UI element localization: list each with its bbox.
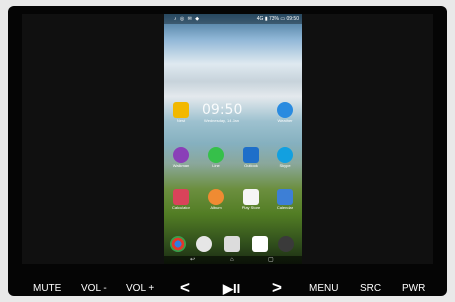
app-label: Outlook: [244, 163, 258, 168]
chrome-icon[interactable]: [170, 236, 186, 252]
note-icon: [173, 102, 189, 118]
back-icon[interactable]: ↩: [190, 257, 195, 263]
calculator-icon: [173, 189, 189, 205]
app-label: Weather: [277, 118, 293, 123]
menu-button[interactable]: MENU: [309, 280, 338, 298]
power-button[interactable]: PWR: [402, 280, 425, 298]
app-nest[interactable]: Nest: [170, 102, 192, 123]
app-play-store[interactable]: Play Store: [240, 189, 262, 210]
app-label: Nest: [176, 118, 186, 123]
apps-grid-icon[interactable]: [224, 236, 240, 252]
app-label: Walkman: [172, 163, 190, 168]
hardware-controls: MUTE VOL - VOL + < ▶II > MENU SRC PWR: [20, 279, 440, 298]
android-nav-bar: ↩ ⌂ ▢: [164, 256, 302, 264]
calendar-icon: [277, 189, 293, 205]
source-button[interactable]: SRC: [360, 280, 381, 298]
volume-up-button[interactable]: VOL +: [126, 280, 154, 298]
app-label: Skype: [279, 163, 291, 168]
walkman-icon: [173, 147, 189, 163]
previous-button[interactable]: <: [180, 279, 190, 297]
outlook-icon: [243, 147, 259, 163]
phone-icon[interactable]: [278, 236, 294, 252]
volume-down-button[interactable]: VOL -: [81, 280, 107, 298]
app-label: Line: [212, 163, 220, 168]
app-label: Calculator: [171, 205, 190, 210]
line-chat-icon: [208, 147, 224, 163]
dock: [164, 236, 302, 254]
next-button[interactable]: >: [272, 279, 282, 297]
app-calendar[interactable]: Calendar: [274, 189, 296, 210]
notification-icons: ♪ ◎ ✉ ◆: [174, 16, 201, 22]
app-label: Album: [210, 205, 222, 210]
play-store-icon: [243, 189, 259, 205]
app-line[interactable]: Line: [205, 147, 227, 168]
recents-icon[interactable]: ▢: [268, 257, 274, 263]
app-calculator[interactable]: Calculator: [170, 189, 192, 210]
status-bar: ♪ ◎ ✉ ◆ 4G ▮ 73% ▭ 09:50: [164, 14, 302, 24]
head-unit: ♪ ◎ ✉ ◆ 4G ▮ 73% ▭ 09:50 09:50 Wednesday…: [0, 0, 455, 302]
app-album[interactable]: Album: [205, 189, 227, 210]
home-icon[interactable]: ⌂: [230, 257, 234, 263]
clock-icon[interactable]: [196, 236, 212, 252]
weather-icon: [277, 102, 293, 118]
mirrored-phone-screen[interactable]: ♪ ◎ ✉ ◆ 4G ▮ 73% ▭ 09:50 09:50 Wednesday…: [164, 14, 302, 264]
skype-icon: [277, 147, 293, 163]
mute-button[interactable]: MUTE: [33, 280, 61, 298]
album-icon: [208, 189, 224, 205]
clock-widget-date: Wednesday, 14 Jan: [204, 118, 239, 123]
phone-book-icon[interactable]: [252, 236, 268, 252]
app-label: Calendar: [276, 205, 294, 210]
app-skype[interactable]: Skype: [274, 147, 296, 168]
app-walkman[interactable]: Walkman: [170, 147, 192, 168]
app-weather[interactable]: Weather: [274, 102, 296, 123]
app-outlook[interactable]: Outlook: [240, 147, 262, 168]
clock-widget-time[interactable]: 09:50: [202, 102, 242, 118]
play-pause-button[interactable]: ▶II: [223, 280, 240, 298]
status-indicators: 4G ▮ 73% ▭ 09:50: [256, 16, 299, 22]
app-label: Play Store: [241, 205, 261, 210]
